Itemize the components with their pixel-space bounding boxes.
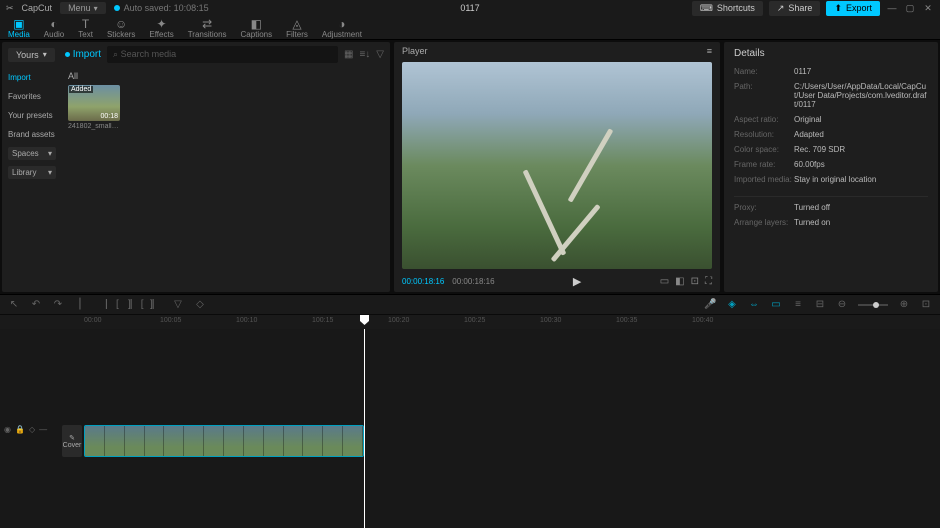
marker-icon[interactable]: ◇: [194, 299, 206, 310]
track-hide-icon[interactable]: —: [39, 425, 47, 434]
close-icon[interactable]: ✕: [922, 2, 934, 14]
playhead[interactable]: [364, 329, 365, 528]
fit-icon[interactable]: ⊡: [920, 299, 932, 310]
project-title: 0117: [460, 3, 479, 13]
timeline-area: ↖ ↶ ↷ ⎮ ⎸[ ]⎸[ ]⎸ ▽ ◇ 🎤 ◈ ⇔ ▭ ≡ ⊟ ⊖ ⊕ ⊡ …: [0, 294, 940, 528]
clip-duration: 00:18: [100, 113, 118, 120]
search-input[interactable]: ⌕ Search media: [107, 46, 338, 63]
zoom-out-icon[interactable]: ⊖: [836, 299, 848, 310]
media-thumbnail[interactable]: Added 00:18 241802_small.mp4: [68, 85, 120, 130]
titlebar: ✂ CapCut Menu▾ Auto saved: 10:08:15 0117…: [0, 0, 940, 16]
clip-filename: 241802_small.mp4: [68, 123, 120, 130]
detail-arrange: Turned on: [794, 218, 928, 227]
sidebar-favorites[interactable]: Favorites: [8, 90, 56, 103]
menu-button[interactable]: Menu▾: [60, 2, 106, 14]
undo-icon[interactable]: ↶: [30, 299, 42, 310]
detail-name: 0117: [794, 67, 928, 76]
track-controls: ◉ 🔒 ◇ —: [0, 425, 58, 434]
detail-proxy: Turned off: [794, 203, 928, 212]
detail-path: C:/Users/User/AppData/Local/CapCut/User …: [794, 82, 928, 109]
preview-icon[interactable]: ▭: [770, 299, 782, 310]
detail-colorspace: Rec. 709 SDR: [794, 145, 928, 154]
track-icon[interactable]: ≡: [792, 299, 804, 310]
shortcuts-button[interactable]: ⌨ Shortcuts: [692, 1, 763, 16]
added-badge: Added: [69, 86, 93, 93]
sidebar-spaces[interactable]: Spaces▾: [8, 147, 56, 160]
fullscreen-icon[interactable]: ⛶: [705, 276, 712, 287]
mic-icon[interactable]: 🎤: [704, 299, 716, 310]
tab-adjustment[interactable]: ◑Adjustment: [322, 17, 362, 39]
yours-dropdown[interactable]: Yours▾: [8, 48, 55, 62]
left-split-icon[interactable]: ⎸[: [106, 299, 118, 310]
export-button[interactable]: ⬆ Export: [826, 1, 880, 16]
zoom-slider[interactable]: [858, 304, 888, 306]
view-grid-icon[interactable]: ▦: [344, 49, 353, 60]
right-split-icon[interactable]: ]⎸: [150, 299, 162, 310]
current-time: 00:00:18:16: [402, 277, 444, 286]
timeline-ruler[interactable]: 00:00 100:05 100:10 100:15 100:20 100:25…: [0, 315, 940, 329]
cover-button[interactable]: ✎ Cover: [62, 425, 82, 457]
track-lock-icon[interactable]: 🔒: [15, 425, 25, 434]
mid-split-icon[interactable]: ]⎸[: [128, 299, 140, 310]
main-toolbar: ▣Media ◐Audio TText ☺Stickers ✦Effects ⇄…: [0, 16, 940, 40]
split-icon[interactable]: ⎮: [74, 299, 86, 310]
collapse-icon[interactable]: ⊟: [814, 299, 826, 310]
details-title: Details: [734, 48, 928, 59]
redo-icon[interactable]: ↷: [52, 299, 64, 310]
zoom-in-icon[interactable]: ⊕: [898, 299, 910, 310]
player-title: Player: [402, 46, 428, 56]
detail-resolution: Adapted: [794, 130, 928, 139]
total-time: 00:00:18:16: [452, 277, 494, 286]
all-label: All: [68, 71, 384, 81]
delete-icon[interactable]: ▽: [172, 299, 184, 310]
tab-audio[interactable]: ◐Audio: [44, 17, 64, 39]
track-mute-icon[interactable]: ◇: [29, 425, 35, 434]
detail-imported: Stay in original location: [794, 175, 928, 184]
tab-filters[interactable]: ◬Filters: [286, 17, 308, 39]
link-icon[interactable]: ⇔: [748, 299, 760, 310]
sidebar-import[interactable]: Import: [8, 71, 56, 84]
sidebar-presets[interactable]: Your presets: [8, 109, 56, 122]
tab-media[interactable]: ▣Media: [8, 17, 30, 39]
player-panel: Player ≡ 00:00:18:16 00:00:18:16 ▶ ▭ ◧ ⊡…: [394, 42, 720, 292]
tab-transitions[interactable]: ⇄Transitions: [188, 17, 227, 39]
play-button[interactable]: ▶: [573, 275, 581, 288]
filter-icon[interactable]: ▽: [376, 49, 384, 60]
share-button[interactable]: ↗ Share: [769, 1, 821, 16]
sort-icon[interactable]: ≡↓: [359, 49, 370, 60]
tab-effects[interactable]: ✦Effects: [149, 17, 173, 39]
player-viewport[interactable]: [402, 62, 712, 269]
details-panel: Details Name:0117 Path:C:/Users/User/App…: [724, 42, 938, 292]
compare-icon[interactable]: ◧: [675, 276, 684, 287]
timeline-body[interactable]: ◉ 🔒 ◇ — ✎ Cover 241802_small.mp4 00:00:0…: [0, 329, 940, 528]
media-panel: Yours▾ Import ⌕ Search media ▦ ≡↓ ▽ Impo…: [2, 42, 390, 292]
timeline-clip[interactable]: 241802_small.mp4 00:00:04 241802_small.m…: [84, 425, 364, 457]
tab-text[interactable]: TText: [78, 17, 93, 39]
app-name: CapCut: [22, 3, 53, 13]
track-toggle-icon[interactable]: ◉: [4, 425, 11, 434]
player-menu-icon[interactable]: ≡: [707, 46, 712, 56]
media-sidebar: Import Favorites Your presets Brand asse…: [2, 67, 62, 292]
select-tool-icon[interactable]: ↖: [8, 299, 20, 310]
ratio-icon[interactable]: ▭: [660, 276, 669, 287]
detail-aspect: Original: [794, 115, 928, 124]
minimize-icon[interactable]: —: [886, 2, 898, 14]
snap-icon[interactable]: ◈: [726, 299, 738, 310]
maximize-icon[interactable]: ▢: [904, 2, 916, 14]
sidebar-brand[interactable]: Brand assets: [8, 128, 56, 141]
tab-stickers[interactable]: ☺Stickers: [107, 17, 135, 39]
detail-framerate: 60.00fps: [794, 160, 928, 169]
autosave-status: Auto saved: 10:08:15: [114, 3, 209, 13]
sidebar-library[interactable]: Library▾: [8, 166, 56, 179]
tab-captions[interactable]: ◧Captions: [241, 17, 273, 39]
quality-icon[interactable]: ⊡: [691, 276, 699, 287]
import-button[interactable]: Import: [65, 49, 101, 60]
app-logo: ✂: [6, 3, 14, 14]
